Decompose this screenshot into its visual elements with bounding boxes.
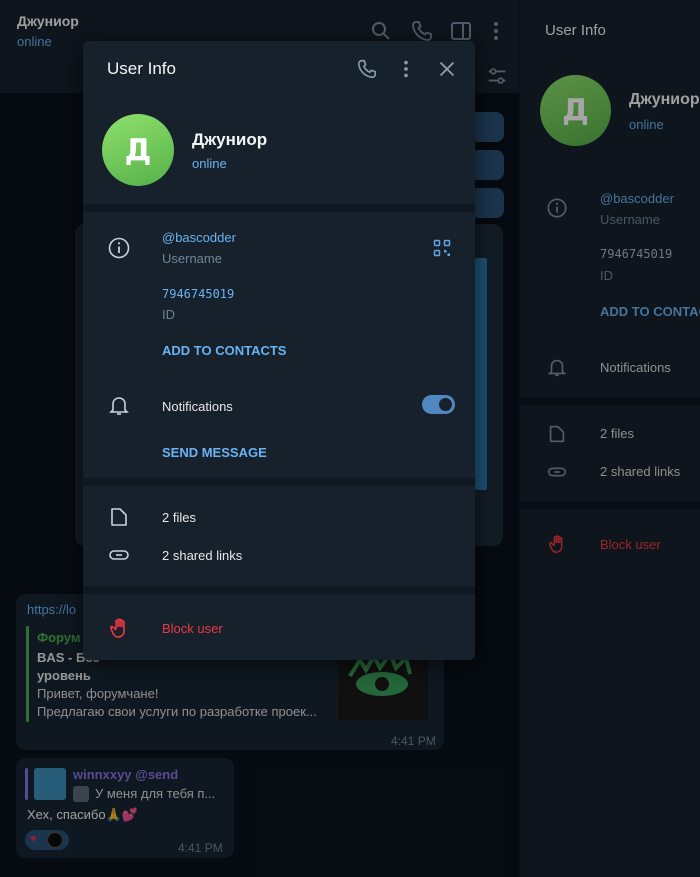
qr-code-icon[interactable] (433, 239, 451, 257)
hand-stop-icon (110, 618, 125, 638)
phone-icon[interactable] (356, 58, 378, 80)
file-icon (111, 508, 127, 526)
profile-name: Джуниор (192, 130, 268, 149)
bell-icon (109, 397, 129, 415)
divider (83, 478, 475, 486)
id-value[interactable]: 7946745019 (162, 287, 234, 301)
divider (83, 586, 475, 594)
username-caption: Username (162, 251, 222, 266)
shared-links-row[interactable]: 2 shared links (162, 548, 242, 563)
user-info-dialog: User Info Д Джуниор online @bascodder Us… (83, 41, 475, 660)
toggle-knob (439, 398, 452, 411)
block-user-button[interactable]: Block user (162, 621, 223, 636)
close-icon[interactable] (436, 58, 458, 80)
add-to-contacts-button[interactable]: ADD TO CONTACTS (162, 343, 286, 358)
dialog-title: User Info (107, 59, 176, 78)
notifications-toggle[interactable] (422, 395, 455, 414)
username-value[interactable]: @bascodder (162, 230, 236, 245)
send-message-button[interactable]: SEND MESSAGE (162, 445, 267, 460)
profile-status: online (192, 156, 227, 171)
link-icon (109, 550, 129, 560)
more-icon[interactable] (395, 58, 417, 80)
files-row[interactable]: 2 files (162, 510, 196, 525)
id-caption: ID (162, 307, 175, 322)
divider (83, 204, 475, 212)
info-icon (108, 237, 130, 259)
notifications-label: Notifications (162, 399, 233, 414)
avatar[interactable]: Д (102, 114, 174, 186)
